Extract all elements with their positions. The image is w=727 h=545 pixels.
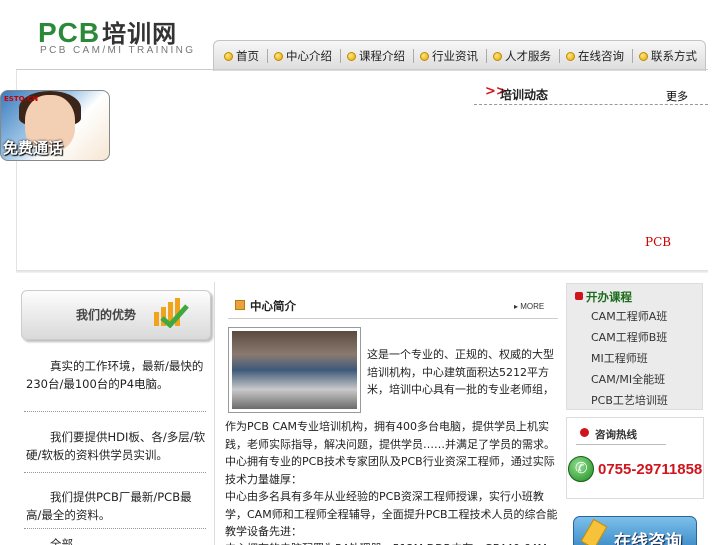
nav-item-about[interactable]: 中心介绍 [270, 41, 338, 72]
nav-bullet-icon [420, 51, 429, 61]
hotline-number: 0755-29711858 [598, 461, 703, 478]
intro-more-link[interactable]: ▸ MORE [514, 302, 544, 311]
pcb-marquee-text[interactable]: PCB [645, 235, 671, 249]
intro-paragraph: 中心拥有专业的PCB技术专家团队及PCB行业资深工程师，通过实际操作确保学员学到… [225, 455, 555, 468]
nav-divider [559, 49, 560, 63]
advantage-item: 真实的工作环境，最新/最快的230台/最100台的P4电脑。 [26, 359, 204, 391]
bullet-icon [580, 428, 589, 437]
intro-title: 中心简介 [250, 299, 296, 313]
nav-bullet-icon [224, 51, 233, 61]
hotline-divider [576, 444, 666, 445]
logo-cn-text: 培训网 [102, 20, 178, 48]
nav-bullet-icon [274, 51, 283, 61]
bullet-icon [575, 292, 583, 300]
free-call-banner[interactable]: ESTO.CN 免费通话 [0, 90, 110, 161]
logo-subtitle: PCB CAM/MI TRAINING [40, 45, 196, 56]
nav-item-contact[interactable]: 联系方式 [635, 41, 703, 72]
header-divider [16, 69, 708, 70]
dotted-divider [24, 528, 206, 529]
advantage-item: 全部 [50, 537, 73, 545]
nav-label: 中心介绍 [286, 49, 332, 63]
nav-bullet-icon [347, 51, 356, 61]
dotted-divider [24, 472, 206, 473]
course-link[interactable]: PCB工艺培训班 [591, 392, 668, 408]
nav-label: 课程介绍 [359, 49, 405, 63]
nav-item-talent[interactable]: 人才服务 [489, 41, 557, 72]
intro-paragraph: 中心拥有的电脑配置为P4处理器、512M DDR内存、GF440 64M显卡及8… [225, 540, 558, 545]
intro-subheading: 教学设备先进： [225, 525, 302, 538]
nav-label: 在线咨询 [578, 49, 624, 63]
nav-item-news[interactable]: 行业资讯 [416, 41, 484, 72]
nav-divider [413, 49, 414, 63]
course-link[interactable]: CAM工程师B班 [591, 329, 667, 345]
hotline-title: 咨询热线 [595, 429, 637, 441]
site-logo[interactable]: PCB培训网 [38, 14, 177, 49]
course-link[interactable]: MI工程师班 [591, 350, 648, 366]
nav-label: 行业资讯 [432, 49, 478, 63]
online-consult-button[interactable]: 在线咨询 [573, 516, 697, 545]
nav-divider [632, 49, 633, 63]
news-title: 培训动态 [500, 88, 549, 102]
intro-paragraph: 这是一个专业的、正规的、权威的大型培训机构，中心建筑面积达5212平方米，培训中… [367, 348, 554, 396]
advantages-title: 我们的优势 [76, 308, 137, 322]
news-more-link[interactable]: 更多 [666, 88, 688, 104]
advantage-item: 我们要提供HDI板、各/多层/软硬/软板的资料供学员实训。 [26, 430, 206, 462]
news-divider [474, 104, 708, 105]
intro-divider [228, 318, 558, 319]
online-consult-label: 在线咨询 [614, 532, 682, 545]
pencil-icon [580, 518, 608, 545]
intro-paragraph: 中心由多名具有多年从业经验的PCB资深工程师授课，实行小班教学，CAM师和工程师… [225, 490, 558, 521]
free-call-label: 免费通话 [3, 139, 64, 157]
nav-item-home[interactable]: 首页 [220, 41, 265, 72]
nav-bullet-icon [493, 51, 502, 61]
nav-label: 首页 [236, 49, 259, 63]
logo-main-text: PCB [38, 17, 101, 48]
main-nav: 首页 中心介绍 课程介绍 行业资讯 人才服务 在线咨询 联系方式 [213, 40, 706, 71]
section-square-icon [235, 300, 245, 310]
nav-bullet-icon [639, 51, 648, 61]
free-call-brand: ESTO.CN [4, 95, 39, 103]
dotted-divider [24, 411, 206, 412]
nav-item-courses[interactable]: 课程介绍 [343, 41, 411, 72]
course-link[interactable]: CAM/MI全能班 [591, 371, 665, 387]
course-link[interactable]: CAM工程师A班 [591, 308, 667, 324]
classroom-photo-image [232, 331, 357, 409]
intro-more-label: MORE [520, 302, 545, 311]
column-divider [214, 282, 215, 545]
courses-title: 开办课程 [586, 290, 632, 304]
nav-bullet-icon [566, 51, 575, 61]
nav-divider [486, 49, 487, 63]
classroom-photo [228, 327, 361, 413]
advantage-item: 我们提供PCB厂最新/PCB最高/最全的资料。 [26, 490, 192, 522]
nav-label: 人才服务 [505, 49, 551, 63]
nav-divider [340, 49, 341, 63]
intro-paragraph: 作为PCB CAM专业培训机构，拥有400多台电脑，提供学员上机实践，老师实际指… [225, 420, 555, 451]
phone-icon: ✆ [568, 456, 594, 482]
nav-label: 联系方式 [651, 49, 697, 63]
nav-item-consult[interactable]: 在线咨询 [562, 41, 630, 72]
bar-chart-check-icon [154, 298, 189, 328]
nav-divider [267, 49, 268, 63]
section-divider [16, 270, 708, 273]
intro-subheading: 技术力量雄厚： [225, 473, 302, 486]
